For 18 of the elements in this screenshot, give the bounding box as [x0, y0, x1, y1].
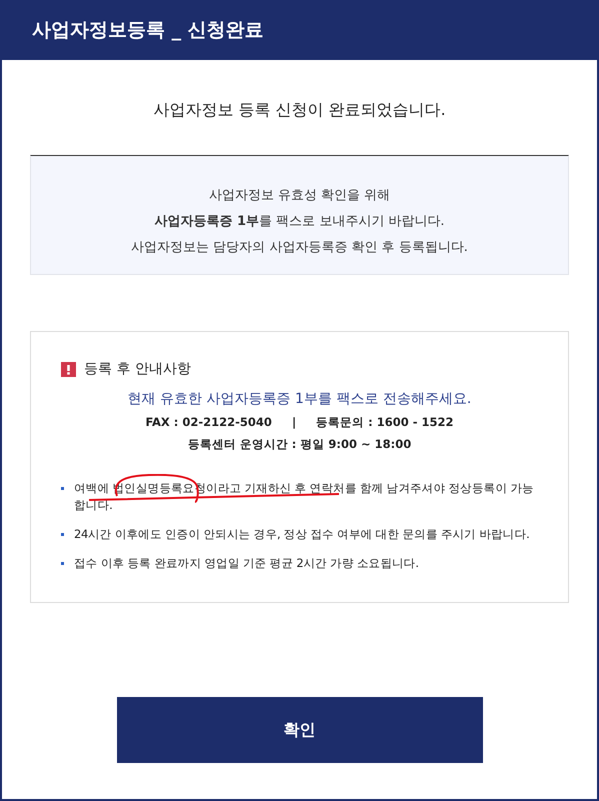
notice-item: 24시간 이후에도 인증이 안되시는 경우, 정상 접수 여부에 대한 문의를 주시기 바랍니다.: [74, 526, 530, 543]
fax-number: FAX : 02-2122-5040: [145, 415, 272, 430]
notice-item: 접수 이후 등록 완료까지 영업일 기준 평균 2시간 가량 소요됩니다.: [74, 555, 419, 572]
warning-icon: [61, 362, 76, 376]
info-text: 사업자정보는 담당자의 사업자등록증 확인 후 등록됩니다.: [131, 239, 468, 256]
notice-title: 등록 후 안내사항: [84, 360, 191, 378]
window-title: 사업자정보등록 _ 신청완료: [32, 18, 264, 43]
inquiry-number: 등록문의 : 1600 - 1522: [316, 415, 454, 430]
hours-text: 등록센터 운영시간 : 평일 9:00 ~ 18:00: [188, 437, 412, 452]
separator: |: [292, 415, 296, 430]
bullet-icon: [61, 562, 64, 565]
fax-request-text: 현재 유효한 사업자등록증 1부를 팩스로 전송해주세요.: [128, 390, 472, 408]
info-text: 사업자등록증 1부를 팩스로 보내주시기 바랍니다.: [154, 213, 445, 230]
bullet-icon: [61, 533, 64, 536]
info-text: 사업자정보 유효성 확인을 위해: [208, 187, 390, 204]
confirm-button[interactable]: 확인: [116, 697, 482, 763]
bullet-icon: [61, 487, 64, 490]
completion-heading: 사업자정보 등록 신청이 완료되었습니다.: [152, 100, 447, 121]
